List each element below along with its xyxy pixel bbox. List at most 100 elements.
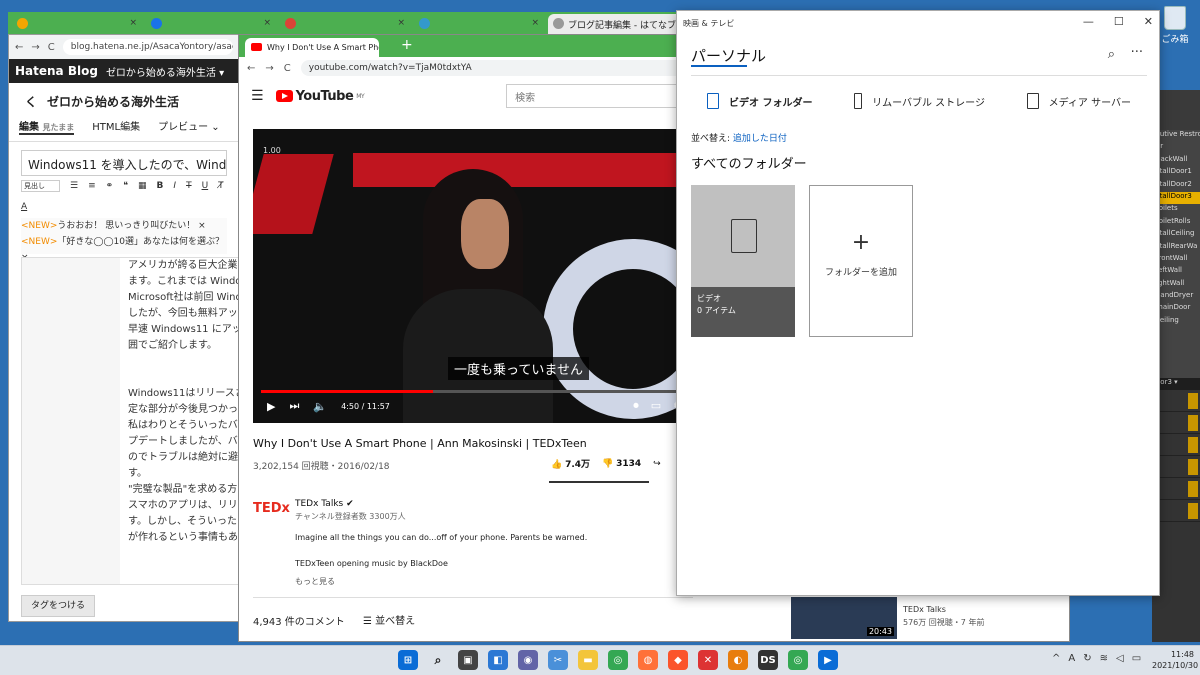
volume-icon[interactable]: ◁ — [1116, 653, 1124, 664]
language-icon[interactable]: A — [1068, 653, 1075, 664]
back-icon[interactable]: ← — [15, 42, 23, 53]
browser-tab[interactable]: × — [146, 14, 276, 34]
ds-icon[interactable]: DS — [758, 650, 778, 670]
app-icon[interactable]: ✕ — [698, 650, 718, 670]
task-view-icon[interactable]: ▣ — [458, 650, 478, 670]
text-color-icon[interactable]: A — [21, 202, 27, 212]
dislike-button[interactable]: 👎 3134 — [602, 459, 641, 469]
chrome-icon[interactable]: ◎ — [608, 650, 628, 670]
add-folder-tile[interactable]: + フォルダーを追加 — [809, 185, 913, 337]
chrome-icon[interactable]: ◎ — [788, 650, 808, 670]
bold-icon[interactable]: B — [157, 181, 164, 191]
sort-icon: ☰ — [363, 616, 376, 627]
tab-media-server[interactable]: メディア サーバー — [1026, 93, 1131, 109]
quote-icon[interactable]: ❝ — [123, 181, 128, 191]
news-item[interactable]: <NEW>うおおお！ 思いっきり叫びたい！ × — [21, 218, 227, 234]
desktop-background — [0, 30, 8, 640]
reload-icon[interactable]: C — [48, 42, 55, 53]
tab-edit-label: 編集 — [19, 122, 39, 133]
browser-tab[interactable]: × — [12, 14, 142, 34]
brave-icon[interactable]: ◆ — [668, 650, 688, 670]
volume-icon[interactable]: 🔈 — [313, 400, 327, 413]
firefox-icon[interactable]: ◍ — [638, 650, 658, 670]
italic-icon[interactable]: I — [173, 181, 176, 191]
strike-icon[interactable]: T — [186, 181, 192, 191]
tab-preview[interactable]: プレビュー ⌄ — [158, 118, 220, 135]
description-line: TEDxTeen opening music by BlackDoe — [295, 559, 448, 568]
autoplay-toggle-icon[interactable]: ⏺ — [633, 399, 639, 413]
wifi-icon[interactable]: ≋ — [1100, 653, 1108, 664]
back-icon[interactable]: ← — [247, 63, 255, 74]
hatena-logo[interactable]: Hatena Blog — [15, 64, 98, 78]
minimize-icon[interactable]: — — [1083, 15, 1094, 28]
video-player[interactable]: 1.00 一度も乗っていません ▶ ⏭ 🔈 4:50 / 11:57 ⏺ ▭ ⚙ — [253, 129, 693, 423]
clock[interactable]: 11:48 2021/10/30 — [1152, 649, 1198, 671]
add-tag-button[interactable]: タグをつける — [21, 595, 95, 617]
chat-icon[interactable]: ◉ — [518, 650, 538, 670]
tab-video-folders[interactable]: ビデオ フォルダー — [707, 93, 812, 109]
chevron-up-icon[interactable]: ^ — [1052, 653, 1060, 664]
blender-icon[interactable]: ◐ — [728, 650, 748, 670]
new-tab-icon[interactable]: + — [401, 37, 413, 53]
recommended-thumbnail[interactable]: 20:43 — [791, 597, 897, 639]
link-icon[interactable]: ⚭ — [106, 181, 114, 191]
share-icon[interactable]: ↪ — [653, 459, 661, 469]
blog-menu[interactable]: ゼロから始める海外生活 ▾ — [106, 64, 224, 79]
news-tag: <NEW> — [21, 237, 58, 247]
close-icon[interactable]: × — [129, 18, 137, 28]
like-button[interactable]: 👍 7.4万 — [551, 457, 590, 470]
widgets-icon[interactable]: ◧ — [488, 650, 508, 670]
tab-removable-storage[interactable]: リムーバブル ストレージ — [854, 93, 985, 109]
close-icon[interactable]: × — [397, 18, 405, 28]
forward-icon[interactable]: → — [31, 42, 39, 53]
post-body-editor[interactable]: アメリカが誇る巨大企業 ます。これまでは Windo Microsoft社は前回 W… — [21, 257, 239, 585]
youtube-logo[interactable]: YouTube MY — [275, 89, 365, 104]
more-icon[interactable]: ··· — [1131, 45, 1143, 60]
next-icon[interactable]: ⏭ — [289, 399, 299, 413]
underline-icon[interactable]: U — [202, 181, 209, 191]
sort-comments-button[interactable]: ☰ 並べ替え — [363, 612, 415, 627]
snipping-icon[interactable]: ✂ — [548, 650, 568, 670]
explorer-icon[interactable]: ▬ — [578, 650, 598, 670]
forward-icon[interactable]: → — [265, 63, 273, 74]
post-title-input[interactable]: Windows11 を導入したので、Windows — [21, 150, 227, 176]
tab-edit[interactable]: 編集 見たまま — [19, 118, 75, 135]
layer-dropdown[interactable]: oor3 ▾ — [1156, 378, 1200, 390]
browser-tab[interactable]: × — [414, 14, 544, 34]
list-icon[interactable]: ☰ — [70, 181, 78, 191]
subtitles-icon[interactable]: ▭ — [651, 399, 661, 413]
browser-tab[interactable]: × — [280, 14, 410, 34]
battery-icon[interactable]: ▭ — [1132, 653, 1141, 664]
reload-icon[interactable]: C — [284, 63, 291, 74]
films-tv-icon[interactable]: ▶ — [818, 650, 838, 670]
show-more-link[interactable]: もっと見る — [295, 576, 335, 587]
channel-logo[interactable]: TEDx — [253, 501, 290, 516]
progress-bar[interactable] — [261, 390, 685, 393]
play-icon[interactable]: ▶ — [267, 400, 275, 413]
close-icon[interactable]: × — [263, 18, 271, 28]
start-icon[interactable]: ⊞ — [398, 650, 418, 670]
browser-tab-hatena[interactable]: ブログ記事編集 - はてなブログ — [548, 14, 684, 34]
system-tray: ^ A ↻ ≋ ◁ ▭ — [1052, 653, 1141, 664]
sort-value[interactable]: 追加した日付 — [733, 134, 787, 144]
search-icon[interactable]: ⌕ — [1108, 47, 1115, 62]
progress-fill — [261, 390, 433, 393]
numbered-list-icon[interactable]: ≡ — [88, 181, 96, 191]
youtube-tab[interactable]: Why I Don't Use A Smart Phone — [245, 38, 379, 57]
heading-select[interactable]: 見出し — [21, 180, 60, 192]
search-icon[interactable]: ⌕ — [428, 650, 448, 670]
menu-icon[interactable]: ☰ — [251, 88, 264, 104]
close-icon[interactable]: ✕ — [1144, 15, 1153, 28]
maximize-icon[interactable]: ☐ — [1114, 15, 1124, 28]
close-icon[interactable]: × — [531, 18, 539, 28]
sync-icon[interactable]: ↻ — [1083, 653, 1091, 664]
channel-name[interactable]: TEDx Talks ✔ — [295, 499, 354, 509]
table-icon[interactable]: ▦ — [138, 181, 147, 191]
back-chevron-icon[interactable]: く — [25, 95, 37, 109]
like-count: 7.4万 — [565, 460, 591, 470]
url-field[interactable]: blog.hatena.ne.jp/AsacaYontory/asac — [62, 39, 233, 55]
subscriber-count: チャンネル登録者数 3300万人 — [295, 512, 406, 521]
video-folder-tile[interactable]: ビデオ 0 アイテム — [691, 185, 795, 337]
tab-html[interactable]: HTML編集 — [92, 118, 140, 135]
clear-format-icon[interactable]: T̸ — [218, 181, 224, 191]
